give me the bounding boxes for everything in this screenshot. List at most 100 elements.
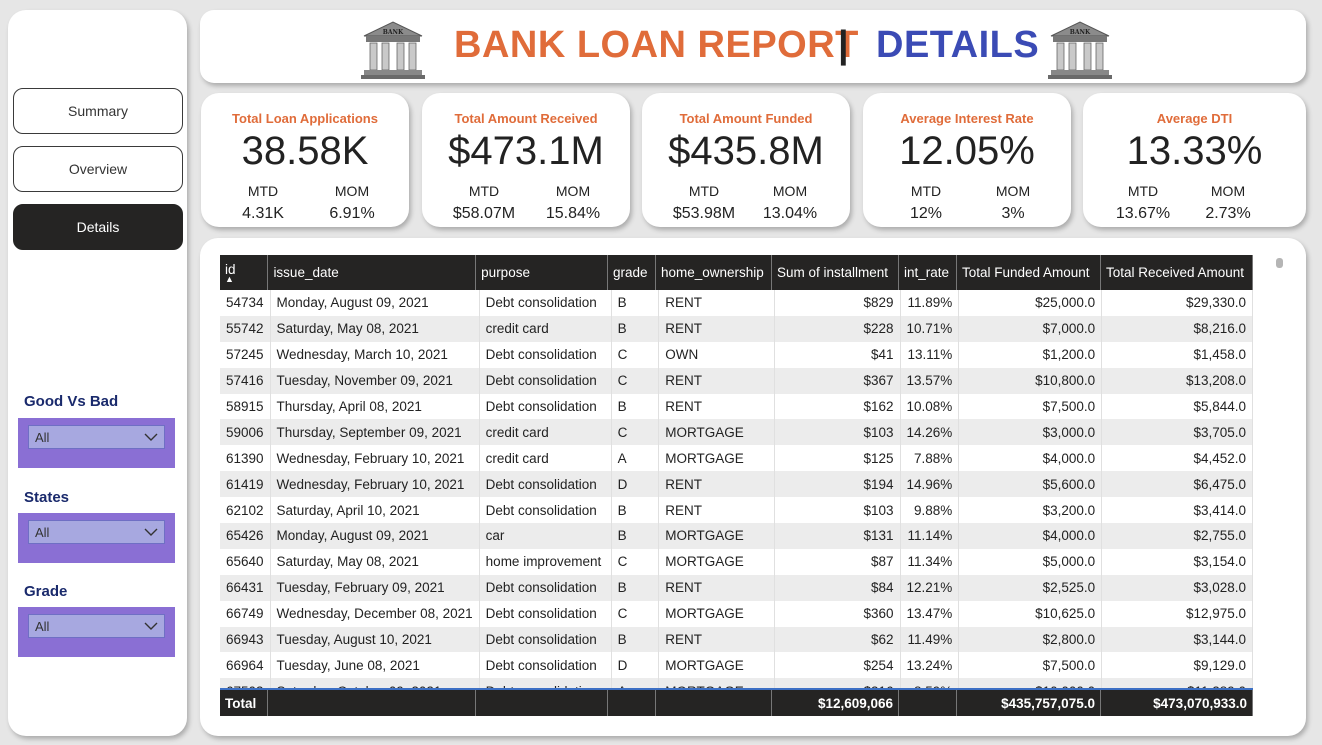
- table-row[interactable]: 66964 Tuesday, June 08, 2021 Debt consolid…: [220, 652, 1253, 679]
- kpi-value: 13.33%: [1126, 129, 1263, 173]
- kpi-title: Average DTI: [1156, 111, 1233, 126]
- table-row[interactable]: 66431 Tuesday, February 09, 2021 Debt cons…: [220, 574, 1253, 601]
- kpi-mtd-label: MTD: [247, 183, 279, 199]
- cell-received-amount: $6,475.0: [1101, 471, 1253, 498]
- table-row[interactable]: 57416 Tuesday, November 09, 2021 Debt cons…: [220, 367, 1253, 394]
- scrollbar-thumb[interactable]: [1276, 258, 1283, 268]
- grade-dropdown[interactable]: All: [28, 614, 165, 638]
- cell-issue-date: Tuesday, June 08, 2021: [270, 652, 480, 679]
- kpi-mtd-value: $53.98M: [672, 205, 736, 222]
- cell-installment: $41: [774, 341, 901, 368]
- column-header-installment[interactable]: Sum of installment: [771, 255, 899, 290]
- kpi-value: $435.8M: [668, 129, 824, 173]
- cell-grade: B: [611, 574, 660, 601]
- column-header-id[interactable]: id ▲: [220, 255, 269, 290]
- cell-id: 65640: [220, 548, 271, 575]
- column-header-grade[interactable]: grade: [607, 255, 656, 290]
- column-header-received-amount[interactable]: Total Received Amount: [1100, 255, 1253, 290]
- kpi-mom-label: MOM: [334, 183, 370, 199]
- table-row[interactable]: 67503Saturday, October 09, 2021Debt cons…: [220, 678, 1253, 688]
- table-row[interactable]: 58915 Thursday, April 08, 2021 Debt consol…: [220, 393, 1253, 420]
- good-vs-bad-dropdown[interactable]: All: [28, 425, 165, 449]
- title-separator: |: [838, 24, 850, 66]
- column-header-int-rate[interactable]: int_rate: [898, 255, 957, 290]
- table-row[interactable]: 59006 Thursday, September 09, 2021 credit …: [220, 419, 1253, 446]
- cell-issue-date: Tuesday, February 09, 2021: [270, 574, 480, 601]
- column-header-funded-amount[interactable]: Total Funded Amount: [956, 255, 1101, 290]
- cell-purpose: Debt consolidation: [479, 678, 612, 688]
- table-row[interactable]: 54734 Monday, August 09, 2021 Debt consoli…: [220, 290, 1253, 316]
- table-row[interactable]: 66943 Tuesday, August 10, 2021 Debt consol…: [220, 626, 1253, 653]
- kpi-card-average-dti: Average DTI 13.33% MTD MOM 13.67% 2.73%: [1083, 93, 1306, 227]
- table-row[interactable]: 66749 Wednesday, December 08, 2021 Debt co…: [220, 600, 1253, 627]
- cell-installment: $62: [774, 626, 901, 653]
- table-row[interactable]: 62102 Saturday, April 10, 2021 Debt consol…: [220, 497, 1253, 524]
- nav-overview-button[interactable]: Overview: [13, 146, 183, 192]
- table-body-scroll[interactable]: 54734 Monday, August 09, 2021 Debt consoli…: [220, 290, 1253, 690]
- cell-int-rate: 14.96%: [900, 471, 960, 498]
- cell-purpose: Debt consolidation: [479, 471, 612, 498]
- cell-home-ownership: MORTGAGE: [658, 600, 775, 627]
- cell-purpose: credit card: [479, 419, 612, 446]
- cell-received-amount: $3,414.0: [1101, 497, 1253, 524]
- nav-details-button[interactable]: Details: [13, 204, 183, 250]
- cell-issue-date: Saturday, April 10, 2021: [270, 497, 480, 524]
- cell-grade: A: [611, 678, 660, 688]
- chevron-down-icon: [144, 622, 158, 630]
- total-funded-amount: $435,757,075.0: [956, 690, 1101, 716]
- cell-funded-amount: $10,800.0: [958, 367, 1103, 394]
- cell-grade: C: [611, 341, 660, 368]
- cell-grade: B: [611, 523, 660, 549]
- cell-home-ownership: RENT: [658, 315, 775, 342]
- cell-purpose: credit card: [479, 315, 612, 342]
- cell-received-amount: $11,289.0: [1101, 678, 1253, 688]
- table-row[interactable]: 55742 Saturday, May 08, 2021 credit card B R…: [220, 315, 1253, 342]
- kpi-title: Total Loan Applications: [232, 111, 378, 126]
- cell-grade: C: [611, 419, 660, 446]
- kpi-card-total-amount-received: Total Amount Received $473.1M MTD MOM $5…: [422, 93, 630, 227]
- cell-grade: C: [611, 548, 660, 575]
- cell-id: 55742: [220, 315, 271, 342]
- cell-int-rate: 13.24%: [900, 652, 960, 679]
- cell-purpose: credit card: [479, 445, 612, 472]
- column-header-issue-date[interactable]: issue_date: [267, 255, 477, 290]
- kpi-title: Total Amount Received: [454, 111, 598, 126]
- cell-id: 66964: [220, 652, 271, 679]
- kpi-mtd-value: 4.31K: [242, 205, 284, 222]
- cell-installment: $125: [774, 445, 901, 472]
- cell-home-ownership: MORTGAGE: [658, 548, 775, 575]
- cell-issue-date: Saturday, May 08, 2021: [270, 548, 480, 575]
- table-row[interactable]: 61390 Wednesday, February 10, 2021 credit …: [220, 445, 1253, 472]
- cell-funded-amount: $5,000.0: [958, 548, 1103, 575]
- cell-installment: $103: [774, 419, 901, 446]
- cell-home-ownership: RENT: [658, 290, 775, 316]
- filter-good-vs-bad: All: [18, 418, 175, 468]
- cell-home-ownership: RENT: [658, 574, 775, 601]
- cell-int-rate: 12.21%: [900, 574, 960, 601]
- cell-received-amount: $3,144.0: [1101, 626, 1253, 653]
- cell-id: 66943: [220, 626, 271, 653]
- table-row[interactable]: 61419 Wednesday, February 10, 2021 Debt co…: [220, 471, 1253, 498]
- cell-home-ownership: MORTGAGE: [658, 445, 775, 472]
- cell-grade: D: [611, 652, 660, 679]
- column-header-purpose[interactable]: purpose: [475, 255, 609, 290]
- table-row[interactable]: 57245 Wednesday, March 10, 2021 Debt conso…: [220, 341, 1253, 368]
- sort-ascending-icon: ▲: [225, 273, 234, 284]
- table-row[interactable]: 65640 Saturday, May 08, 2021 home improvem…: [220, 548, 1253, 575]
- cell-received-amount: $5,844.0: [1101, 393, 1253, 420]
- cell-issue-date: Thursday, April 08, 2021: [270, 393, 480, 420]
- filter-label-grade: Grade: [24, 583, 68, 600]
- cell-int-rate: 7.88%: [900, 445, 960, 472]
- cell-received-amount: $12,975.0: [1101, 600, 1253, 627]
- cell-home-ownership: RENT: [658, 497, 775, 524]
- cell-issue-date: Thursday, September 09, 2021: [270, 419, 480, 446]
- cell-grade: B: [611, 626, 660, 653]
- states-dropdown[interactable]: All: [28, 520, 165, 544]
- column-header-home-ownership[interactable]: home_ownership: [655, 255, 772, 290]
- cell-funded-amount: $7,000.0: [958, 315, 1103, 342]
- cell-funded-amount: $5,600.0: [958, 471, 1103, 498]
- cell-installment: $367: [774, 367, 901, 394]
- table-row[interactable]: 65426 Monday, August 09, 2021 car B MORTGAGE…: [220, 523, 1253, 549]
- cell-installment: $829: [774, 290, 901, 316]
- nav-summary-button[interactable]: Summary: [13, 88, 183, 134]
